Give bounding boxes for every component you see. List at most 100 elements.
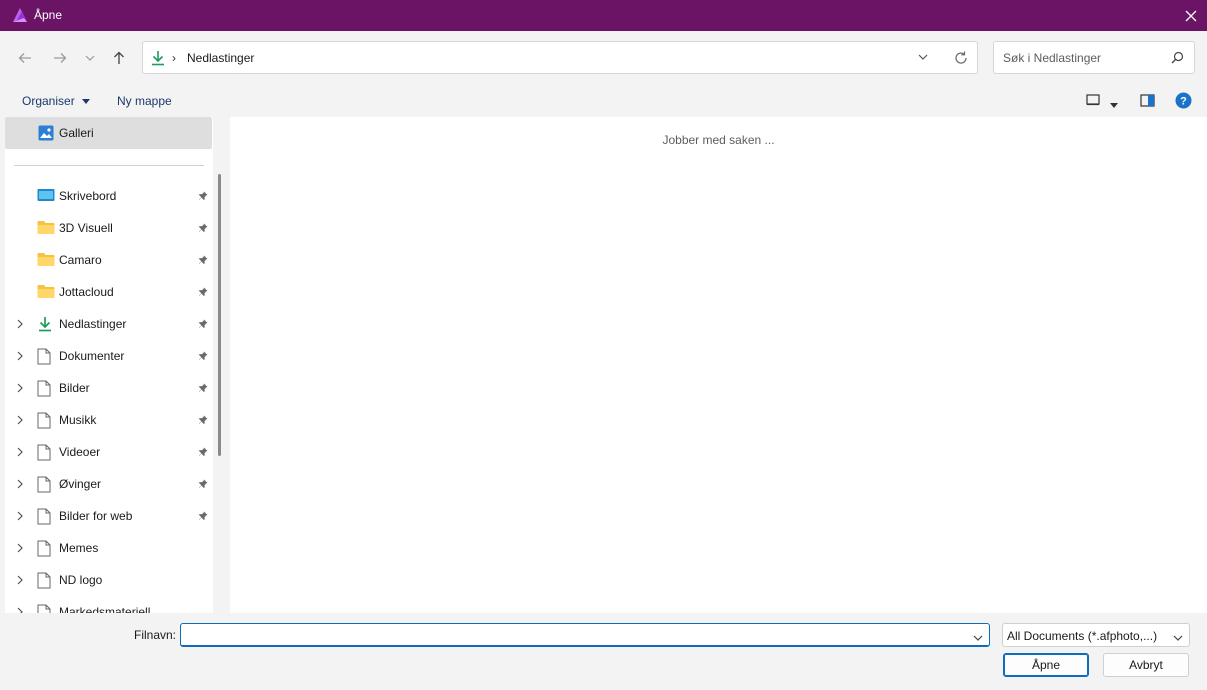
- close-button[interactable]: [1175, 0, 1207, 31]
- document-icon: [37, 604, 55, 613]
- sidebar-item-markedsmateriell[interactable]: Markedsmateriell: [5, 596, 213, 613]
- dialog-footer: Filnavn: All Documents (*.afphoto,...) Å…: [0, 613, 1207, 690]
- sidebar-item-label: Markedsmateriell: [59, 605, 151, 613]
- document-icon: [37, 540, 55, 557]
- title-bar: Åpne: [0, 0, 1207, 31]
- back-button[interactable]: [13, 46, 37, 70]
- sidebar-item-label: Bilder: [59, 381, 90, 395]
- sidebar-item-gallery[interactable]: Galleri: [5, 117, 212, 149]
- sidebar-divider: [14, 165, 204, 166]
- expand-chevron-icon[interactable]: [16, 542, 24, 556]
- folder-icon: [37, 284, 55, 300]
- sidebar-item-nedlastinger[interactable]: Nedlastinger: [5, 308, 213, 340]
- sidebar-item-label: Jottacloud: [59, 285, 114, 299]
- filetype-select[interactable]: All Documents (*.afphoto,...): [1002, 623, 1190, 647]
- sidebar-item-label: Memes: [59, 541, 99, 555]
- filename-combobox[interactable]: [180, 623, 990, 647]
- download-icon: [151, 50, 165, 69]
- sidebar-item-label: Bilder for web: [59, 509, 133, 523]
- refresh-icon: [955, 51, 967, 64]
- sidebar-item-memes[interactable]: Memes: [5, 532, 213, 564]
- sidebar-item-label: Øvinger: [59, 477, 102, 491]
- chevron-down-icon: [85, 55, 95, 61]
- search-box[interactable]: Søk i Nedlastinger: [993, 41, 1195, 74]
- pin-icon: [198, 254, 208, 268]
- address-history-button[interactable]: [917, 51, 931, 65]
- breadcrumb-current[interactable]: Nedlastinger: [187, 51, 254, 65]
- sidebar-item-bilder[interactable]: Bilder: [5, 372, 213, 404]
- document-icon: [37, 444, 55, 461]
- expand-chevron-icon[interactable]: [16, 510, 24, 524]
- sidebar-item-musikk[interactable]: Musikk: [5, 404, 213, 436]
- expand-chevron-icon[interactable]: [16, 446, 24, 460]
- expand-chevron-icon[interactable]: [16, 478, 24, 492]
- sidebar-item-label: Nedlastinger: [59, 317, 127, 331]
- forward-button[interactable]: [48, 46, 72, 70]
- pin-icon: [198, 318, 208, 332]
- chevron-down-icon: [1173, 635, 1183, 641]
- pin-icon: [198, 190, 208, 204]
- sidebar-item-label: Camaro: [59, 253, 102, 267]
- address-bar[interactable]: › Nedlastinger: [142, 41, 978, 74]
- sidebar-item-label: Musikk: [59, 413, 97, 427]
- desktop-icon: [37, 188, 55, 204]
- expand-chevron-icon[interactable]: [16, 318, 24, 332]
- sidebar-item-dokumenter[interactable]: Dokumenter: [5, 340, 213, 372]
- up-button[interactable]: [107, 46, 131, 70]
- download-icon: [37, 316, 55, 332]
- sidebar-item-label: 3D Visuell: [59, 221, 113, 235]
- sidebar-item-videoer[interactable]: Videoer: [5, 436, 213, 468]
- breadcrumb-chevron-icon[interactable]: ›: [172, 51, 176, 65]
- organize-label: Organiser: [22, 94, 75, 108]
- navigation-bar: › Nedlastinger Søk i Nedlastinger: [0, 31, 1207, 85]
- sidebar-item-label: Videoer: [59, 445, 101, 459]
- arrow-left-icon: [18, 53, 31, 63]
- view-options-button[interactable]: [1086, 94, 1100, 109]
- sidebar-scrollbar[interactable]: [218, 174, 221, 456]
- help-icon: ?: [1175, 92, 1192, 109]
- expand-chevron-icon[interactable]: [16, 414, 24, 428]
- open-button[interactable]: Åpne: [1003, 653, 1089, 677]
- organize-menu-button[interactable]: Organiser: [22, 94, 91, 108]
- new-folder-button[interactable]: Ny mappe: [117, 94, 172, 108]
- pin-icon: [198, 286, 208, 300]
- sidebar-item-camaro[interactable]: Camaro: [5, 244, 213, 276]
- expand-chevron-icon[interactable]: [16, 382, 24, 396]
- sidebar-item-bilder-for-web[interactable]: Bilder for web: [5, 500, 213, 532]
- help-button[interactable]: ?: [1175, 92, 1192, 112]
- pin-icon: [198, 446, 208, 460]
- file-list-area[interactable]: Jobber med saken ...: [230, 117, 1207, 613]
- sidebar-item-label: Skrivebord: [59, 189, 117, 203]
- pin-icon: [198, 478, 208, 492]
- pin-icon: [198, 382, 208, 396]
- view-menu-button[interactable]: [1110, 97, 1118, 111]
- search-icon[interactable]: [1171, 51, 1184, 67]
- affinity-photo-icon: [12, 7, 28, 23]
- expand-chevron-icon[interactable]: [16, 350, 24, 364]
- sidebar-item-3d-visuell[interactable]: 3D Visuell: [5, 212, 213, 244]
- sidebar-item-jottacloud[interactable]: Jottacloud: [5, 276, 213, 308]
- preview-pane-button[interactable]: [1140, 94, 1155, 110]
- filename-input[interactable]: [185, 626, 955, 644]
- sidebar-item-nd-logo[interactable]: ND logo: [5, 564, 213, 596]
- document-icon: [37, 508, 55, 525]
- expand-chevron-icon[interactable]: [16, 606, 24, 613]
- document-icon: [37, 572, 55, 589]
- filetype-dropdown-button[interactable]: [1173, 630, 1183, 644]
- cancel-button[interactable]: Avbryt: [1103, 653, 1189, 677]
- pin-icon: [198, 222, 208, 236]
- sidebar-item-skrivebord[interactable]: Skrivebord: [5, 180, 213, 212]
- filename-history-button[interactable]: [973, 630, 983, 644]
- pin-icon: [198, 414, 208, 428]
- close-icon: [1185, 10, 1197, 21]
- document-icon: [37, 476, 55, 493]
- preview-pane-icon: [1140, 94, 1155, 107]
- loading-status-text: Jobber med saken ...: [662, 133, 775, 147]
- search-input[interactable]: Søk i Nedlastinger: [1003, 51, 1101, 65]
- expand-chevron-icon[interactable]: [16, 574, 24, 588]
- sidebar-item-øvinger[interactable]: Øvinger: [5, 468, 213, 500]
- refresh-button[interactable]: [953, 50, 969, 66]
- recent-locations-button[interactable]: [78, 46, 102, 70]
- folder-icon: [37, 252, 55, 268]
- document-icon: [37, 348, 55, 365]
